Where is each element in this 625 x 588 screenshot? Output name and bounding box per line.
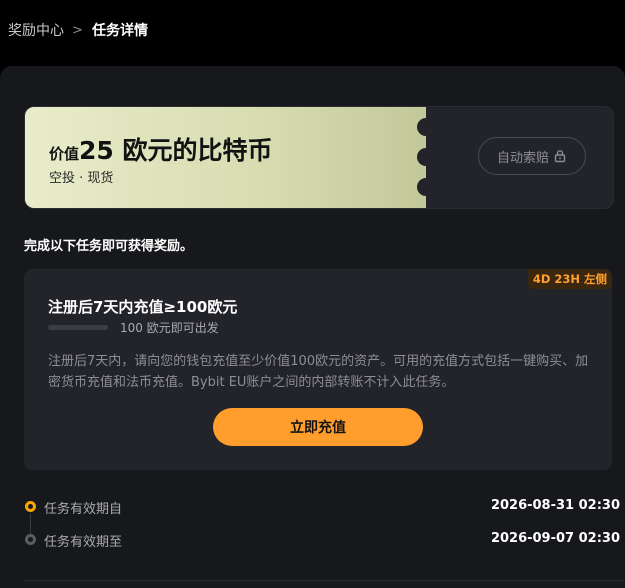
progress-bar bbox=[48, 325, 108, 330]
validity-end-value: 2026-09-07 02:30 bbox=[490, 531, 620, 546]
top-bar: 奖励中心 > 任务详情 bbox=[0, 0, 625, 66]
task-card: 4D 23H 左侧 注册后7天内充值≥100欧元 100 欧元即可出发 注册后7… bbox=[24, 269, 612, 470]
progress-text: 100 欧元即可出发 bbox=[120, 321, 219, 335]
lock-icon bbox=[554, 150, 566, 163]
validity-start-label: 任务有效期自 bbox=[44, 502, 123, 517]
auto-claim-button[interactable]: 自动索赔 bbox=[478, 137, 586, 175]
deposit-now-button[interactable]: 立即充值 bbox=[213, 408, 423, 446]
reward-amount: 25 欧元的比特币 bbox=[79, 136, 273, 165]
ticket-notch bbox=[417, 148, 435, 166]
chevron-right-icon: > bbox=[72, 23, 83, 38]
auto-claim-label: 自动索赔 bbox=[496, 150, 549, 166]
ticket-notch bbox=[417, 178, 435, 196]
task-instruction: 完成以下任务即可获得奖励。 bbox=[24, 239, 194, 254]
breadcrumb-task-details: 任务详情 bbox=[92, 23, 148, 39]
reward-ticket: 价值25 欧元的比特币 空投 · 现货 bbox=[25, 107, 426, 208]
task-description: 注册后7天内，请向您的钱包充值至少价值100欧元的资产。可用的充值方式包括一键购… bbox=[48, 354, 589, 390]
validity-start-value: 2026-08-31 02:30 bbox=[490, 498, 620, 513]
reward-type: 空投 · 现货 bbox=[49, 171, 114, 186]
ticket-notch bbox=[417, 118, 435, 136]
task-title: 注册后7天内充值≥100欧元 bbox=[48, 298, 238, 316]
reward-value-prefix: 价值 bbox=[49, 145, 80, 163]
divider bbox=[24, 580, 624, 581]
timeline-end-dot-icon bbox=[25, 534, 36, 545]
breadcrumb-rewards-center[interactable]: 奖励中心 bbox=[8, 22, 64, 40]
deadline-badge: 4D 23H 左侧 bbox=[527, 269, 612, 289]
timeline-start-dot-icon bbox=[25, 501, 36, 512]
timeline-connector bbox=[30, 513, 31, 535]
reward-title: 价值25 欧元的比特币 bbox=[49, 131, 273, 167]
validity-end-label: 任务有效期至 bbox=[44, 535, 123, 550]
reward-card: 价值25 欧元的比特币 空投 · 现货 自动索赔 bbox=[24, 106, 614, 209]
